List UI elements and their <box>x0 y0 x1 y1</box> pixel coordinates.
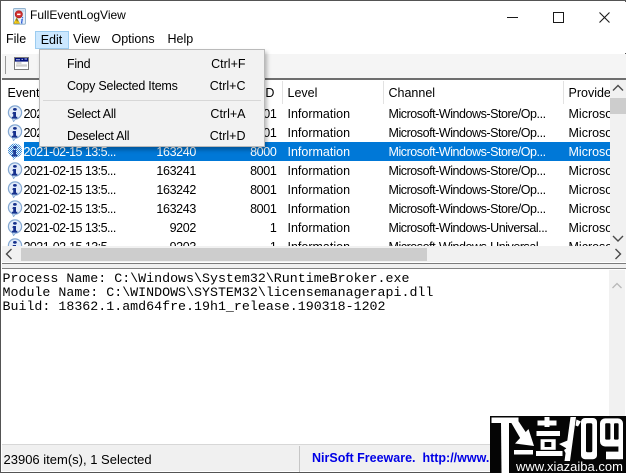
svg-text:i: i <box>20 16 23 24</box>
